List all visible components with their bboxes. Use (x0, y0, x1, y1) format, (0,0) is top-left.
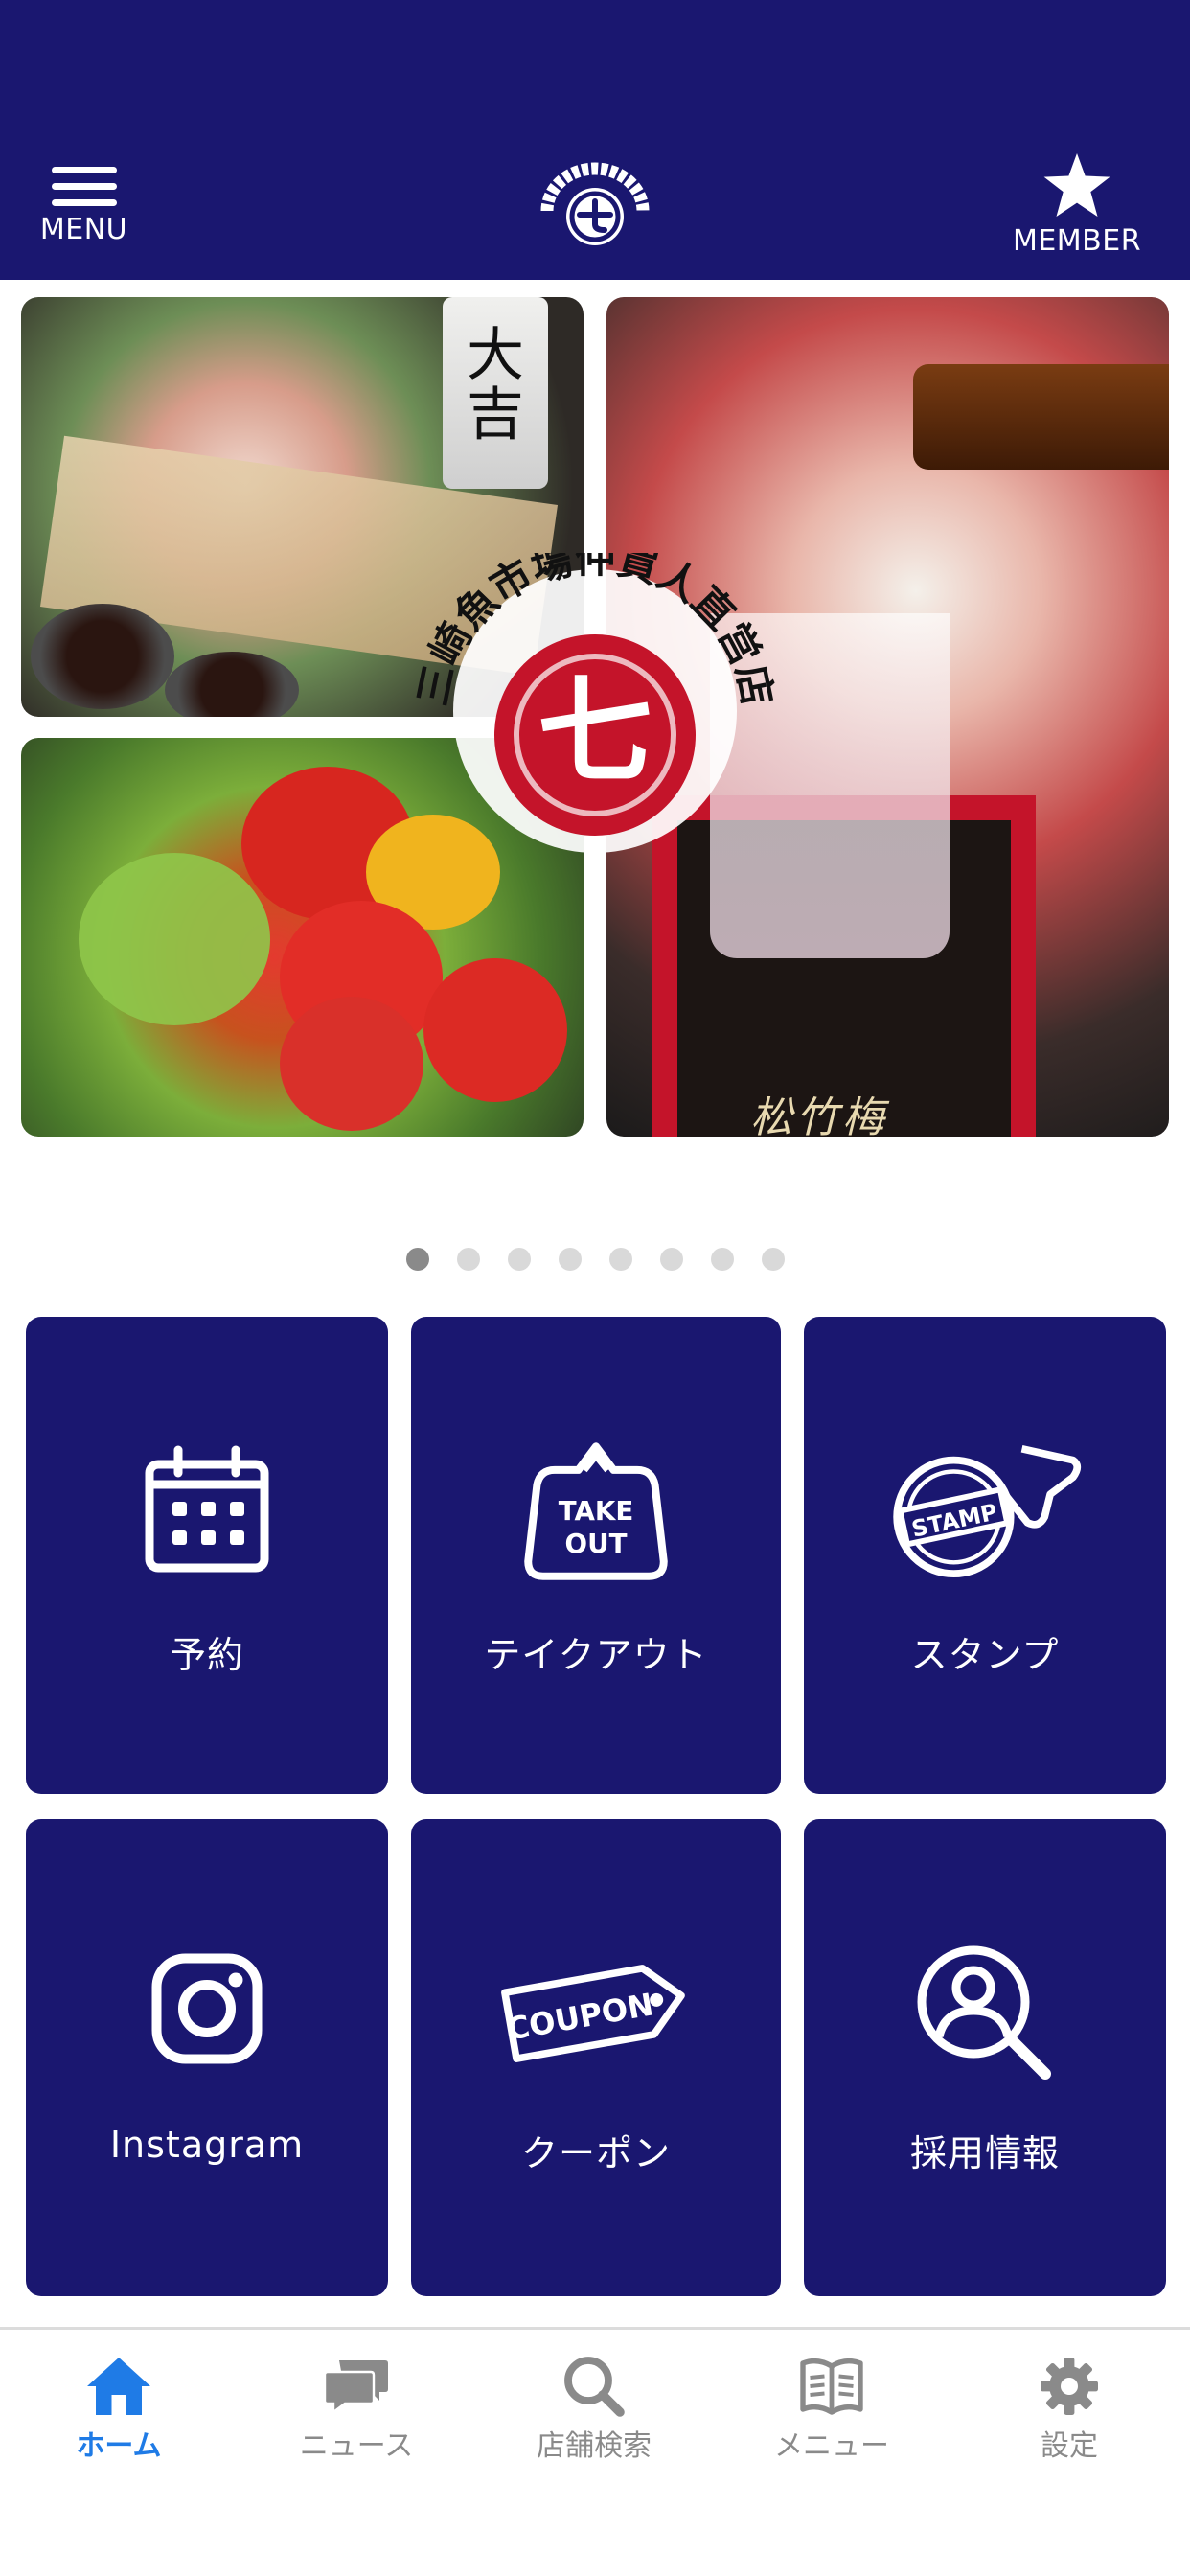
pager-dot[interactable] (559, 1248, 582, 1271)
bottom-tab-bar: ホーム ニュース 店舗検索 メニュー 設定 (0, 2327, 1190, 2576)
instagram-label: Instagram (109, 2124, 305, 2166)
recruit-button[interactable]: 採用情報 (804, 1819, 1166, 2296)
star-icon (1043, 153, 1110, 217)
takeout-icon: TAKE OUT (524, 1442, 668, 1580)
reservation-label: 予約 (169, 1634, 244, 1676)
instagram-icon (151, 1953, 263, 2064)
recruit-search-icon (917, 1945, 1051, 2080)
masu-box-text: 松竹梅 (750, 1093, 888, 1137)
reservation-button[interactable]: 予約 (26, 1317, 388, 1794)
tab-store-search[interactable]: 店舗検索 (475, 2355, 713, 2464)
takeout-label: テイクアウト (484, 1634, 708, 1676)
svg-text:OUT: OUT (565, 1528, 628, 1559)
pager-dot[interactable] (457, 1248, 480, 1271)
hamburger-icon (51, 153, 117, 206)
coupon-icon: COUPON (501, 1965, 685, 2062)
app-header: MENU MEMBER (0, 0, 1190, 280)
news-icon (323, 2360, 388, 2415)
stamp-label: スタンプ (910, 1634, 1060, 1676)
tab-news-label: ニュース (299, 2429, 414, 2463)
settings-icon (1041, 2358, 1098, 2415)
calendar-icon (145, 1445, 269, 1573)
stamp-icon: STAMP (893, 1445, 1082, 1577)
home-icon (87, 2358, 150, 2415)
tab-news[interactable]: ニュース (238, 2355, 475, 2464)
svg-text:七: 七 (538, 664, 652, 799)
tab-home-label: ホーム (76, 2429, 162, 2463)
instagram-button[interactable]: Instagram (26, 1819, 388, 2296)
tab-home[interactable]: ホーム (0, 2355, 238, 2464)
pager-dot[interactable] (711, 1248, 734, 1271)
menu-button[interactable]: MENU (29, 153, 139, 246)
coupon-button[interactable]: COUPON クーポン (411, 1819, 781, 2296)
menu-book-icon (800, 2358, 863, 2415)
pager-dot[interactable] (508, 1248, 531, 1271)
carousel-pager[interactable] (0, 1248, 1190, 1273)
member-button[interactable]: MEMBER (981, 153, 1173, 258)
tab-settings-label: 設定 (1041, 2429, 1098, 2463)
stamp-button[interactable]: STAMP スタンプ (804, 1317, 1166, 1794)
hero-carousel[interactable]: 大吉 松竹梅 三崎魚市場仲買人直営店 七 (0, 280, 1190, 1248)
pager-dot[interactable] (609, 1248, 632, 1271)
menu-label: MENU (39, 213, 128, 246)
tab-settings[interactable]: 設定 (950, 2355, 1188, 2464)
pager-dot[interactable] (406, 1248, 429, 1271)
tab-menu-label: メニュー (774, 2429, 889, 2463)
sake-bottle-label: 大吉 (467, 322, 524, 448)
coupon-label: クーポン (520, 2132, 671, 2174)
seal-logo: 三崎魚市場仲買人直営店 七 (409, 553, 781, 853)
store-logo (540, 162, 650, 245)
tab-store-search-label: 店舗検索 (537, 2429, 652, 2463)
tab-menu[interactable]: メニュー (713, 2355, 950, 2464)
recruit-label: 採用情報 (909, 2132, 1060, 2174)
member-label: MEMBER (1012, 224, 1142, 258)
pager-dot[interactable] (762, 1248, 785, 1271)
takeout-button[interactable]: TAKE OUT テイクアウト (411, 1317, 781, 1794)
store-search-icon (564, 2357, 625, 2417)
svg-text:TAKE: TAKE (559, 1495, 634, 1527)
pager-dot[interactable] (660, 1248, 683, 1271)
